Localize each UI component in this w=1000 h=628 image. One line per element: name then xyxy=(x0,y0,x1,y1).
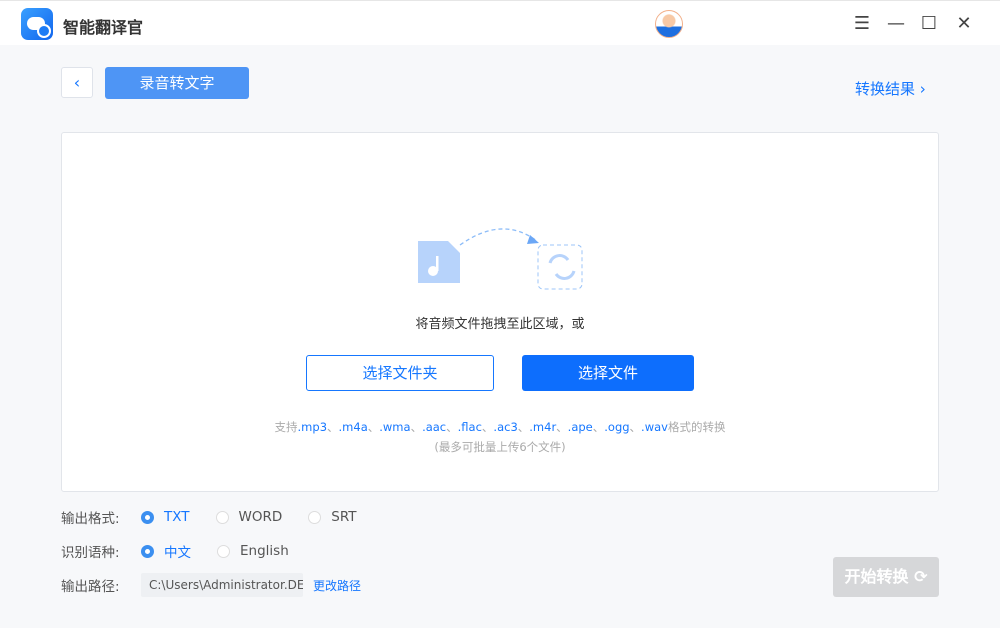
format-wav: .wav xyxy=(641,420,668,434)
output-format-row: 输出格式: TXT WORD SRT xyxy=(61,507,382,527)
drop-zone[interactable]: 将音频文件拖拽至此区域，或 选择文件夹 选择文件 支持.mp3、.m4a、.wm… xyxy=(61,132,939,492)
convert-target-icon xyxy=(537,244,583,290)
refresh-icon: ⟳ xyxy=(914,567,928,586)
start-conversion-button[interactable]: 开始转换 ⟳ xyxy=(833,557,939,597)
output-path-label: 输出路径: xyxy=(61,579,120,595)
format-m4a: .m4a xyxy=(338,420,368,434)
separator: 、 xyxy=(410,420,423,434)
select-file-button[interactable]: 选择文件 xyxy=(522,355,694,391)
maximize-icon[interactable]: ☐ xyxy=(919,14,939,34)
output-format-label: 输出格式: xyxy=(61,511,120,527)
upload-limit: (最多可批量上传6个文件) xyxy=(434,440,566,454)
radio-icon[interactable] xyxy=(308,510,322,524)
minimize-icon[interactable]: — xyxy=(886,14,906,34)
supported-formats: 支持.mp3、.m4a、.wma、.aac、.flac、.ac3、.m4r、.a… xyxy=(62,419,938,435)
chevron-right-icon: › xyxy=(919,80,926,98)
audio-file-icon xyxy=(418,241,460,283)
app-title: 智能翻译官 xyxy=(63,18,144,37)
format-flac: .flac xyxy=(457,420,482,434)
menu-icon[interactable]: ☰ xyxy=(852,14,872,34)
user-avatar[interactable] xyxy=(655,10,683,38)
separator: 、 xyxy=(327,420,339,434)
page-title: 录音转文字 xyxy=(105,67,249,99)
format-mp3: .mp3 xyxy=(297,420,328,434)
select-folder-button[interactable]: 选择文件夹 xyxy=(306,355,494,391)
separator: 、 xyxy=(481,420,494,434)
format-aac: .aac xyxy=(422,420,447,434)
separator: 、 xyxy=(517,420,530,434)
separator: 、 xyxy=(446,420,458,434)
separator: 、 xyxy=(629,420,642,434)
drop-hint: 将音频文件拖拽至此区域，或 xyxy=(415,317,585,332)
language-row: 识别语种: 中文 English xyxy=(61,541,315,561)
format-option-srt[interactable]: SRT xyxy=(308,509,356,525)
format-ac3: .ac3 xyxy=(493,420,518,434)
title-bar: 智能翻译官 ☰ — ☐ ✕ xyxy=(0,0,1000,45)
language-label: 识别语种: xyxy=(61,545,120,561)
close-icon[interactable]: ✕ xyxy=(954,14,974,34)
format-ape: .ape xyxy=(567,420,593,434)
format-option-word[interactable]: WORD xyxy=(215,509,282,525)
radio-icon[interactable] xyxy=(141,510,154,524)
change-path-link[interactable]: 更改路径 xyxy=(313,577,361,594)
output-path-field[interactable]: C:\Users\Administrator.DE... xyxy=(141,573,303,597)
separator: 、 xyxy=(592,420,605,434)
format-ogg: .ogg xyxy=(604,420,630,434)
start-label: 开始转换 xyxy=(844,567,909,586)
format-option-txt[interactable]: TXT xyxy=(141,509,190,525)
language-option-chinese[interactable]: 中文 xyxy=(141,541,191,561)
support-prefix: 支持 xyxy=(274,420,298,434)
app-logo xyxy=(21,8,53,40)
format-m4r: .m4r xyxy=(529,420,557,434)
audio-convert-illustration xyxy=(418,228,583,290)
format-wma: .wma xyxy=(379,420,411,434)
back-button[interactable]: ‹ xyxy=(61,67,93,98)
separator: 、 xyxy=(556,420,568,434)
conversion-results-link[interactable]: 转换结果 › xyxy=(855,78,926,99)
support-suffix: 格式的转换 xyxy=(667,420,726,434)
language-option-english[interactable]: English xyxy=(217,543,289,559)
result-link-label: 转换结果 xyxy=(855,80,916,98)
separator: 、 xyxy=(367,420,380,434)
radio-icon[interactable] xyxy=(217,544,230,558)
radio-icon[interactable] xyxy=(141,544,154,558)
output-path-row: 输出路径: C:\Users\Administrator.DE... 更改路径 xyxy=(61,573,361,597)
radio-icon[interactable] xyxy=(215,510,229,524)
